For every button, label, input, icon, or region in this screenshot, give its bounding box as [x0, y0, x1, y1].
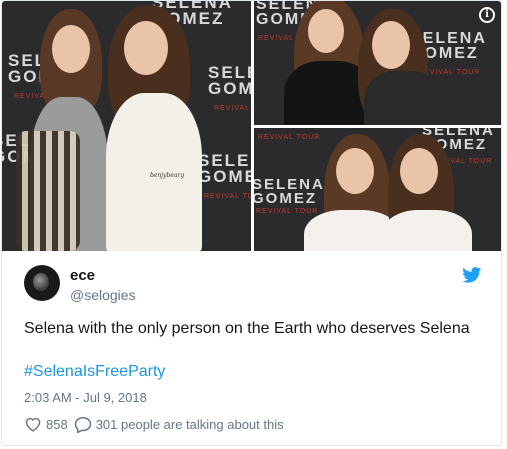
backdrop-sub-br-3: REVIVAL TOUR — [258, 134, 321, 141]
photo-left[interactable]: SELENAGOMEZ REVIVAL TOUR SELENAGOMEZ SEL… — [2, 1, 251, 251]
backdrop-text-left-3: SELENAGOMEZ — [208, 63, 251, 99]
backdrop-text-br-2: SELENA GOMEZ — [254, 176, 325, 208]
like-count: 858 — [46, 416, 68, 432]
twitter-bird-icon[interactable] — [462, 267, 482, 283]
avatar[interactable] — [24, 265, 60, 301]
backdrop-sub-left-3: REVIVAL TOUR — [214, 105, 251, 112]
user-handle[interactable]: @selogies — [70, 287, 136, 303]
tweet-media-grid[interactable]: SELENAGOMEZ REVIVAL TOUR SELENAGOMEZ SEL… — [2, 1, 501, 251]
like-action[interactable]: 858 — [24, 416, 68, 432]
display-name[interactable]: ece — [70, 267, 95, 284]
hashtag-link[interactable]: #SelenaIsFreeParty — [24, 363, 165, 381]
photo-bottom-right[interactable]: SELENA GOMEZ REVIVAL TOUR SELENA GOMEZ REV… — [254, 128, 501, 251]
tweet-text: Selena with the only person on the Earth… — [24, 320, 470, 337]
photo-watermark: benjybearg — [150, 172, 185, 179]
heart-icon — [25, 417, 41, 432]
speech-bubble-icon — [74, 416, 91, 433]
backdrop-text-left-4: SELENAGOMEZ — [198, 151, 251, 187]
embedded-tweet-card: SELENAGOMEZ REVIVAL TOUR SELENAGOMEZ SEL… — [1, 0, 502, 446]
tweet-actions: 858 301 people are talking about this — [24, 414, 290, 434]
backdrop-sub-left-4: REVIVAL TOUR — [204, 193, 251, 200]
talking-action[interactable]: 301 people are talking about this — [74, 416, 284, 433]
tweet-timestamp[interactable]: 2:03 AM - Jul 9, 2018 — [24, 390, 147, 405]
backdrop-sub-br-2: REVIVAL TOUR — [256, 208, 319, 215]
info-icon[interactable]: i — [479, 7, 495, 23]
talking-count: 301 people are talking about this — [95, 416, 284, 432]
photo-top-right[interactable]: SELENA GOMEZ REVIVAL TOUR SELENA GOMEZ REV… — [254, 1, 501, 125]
